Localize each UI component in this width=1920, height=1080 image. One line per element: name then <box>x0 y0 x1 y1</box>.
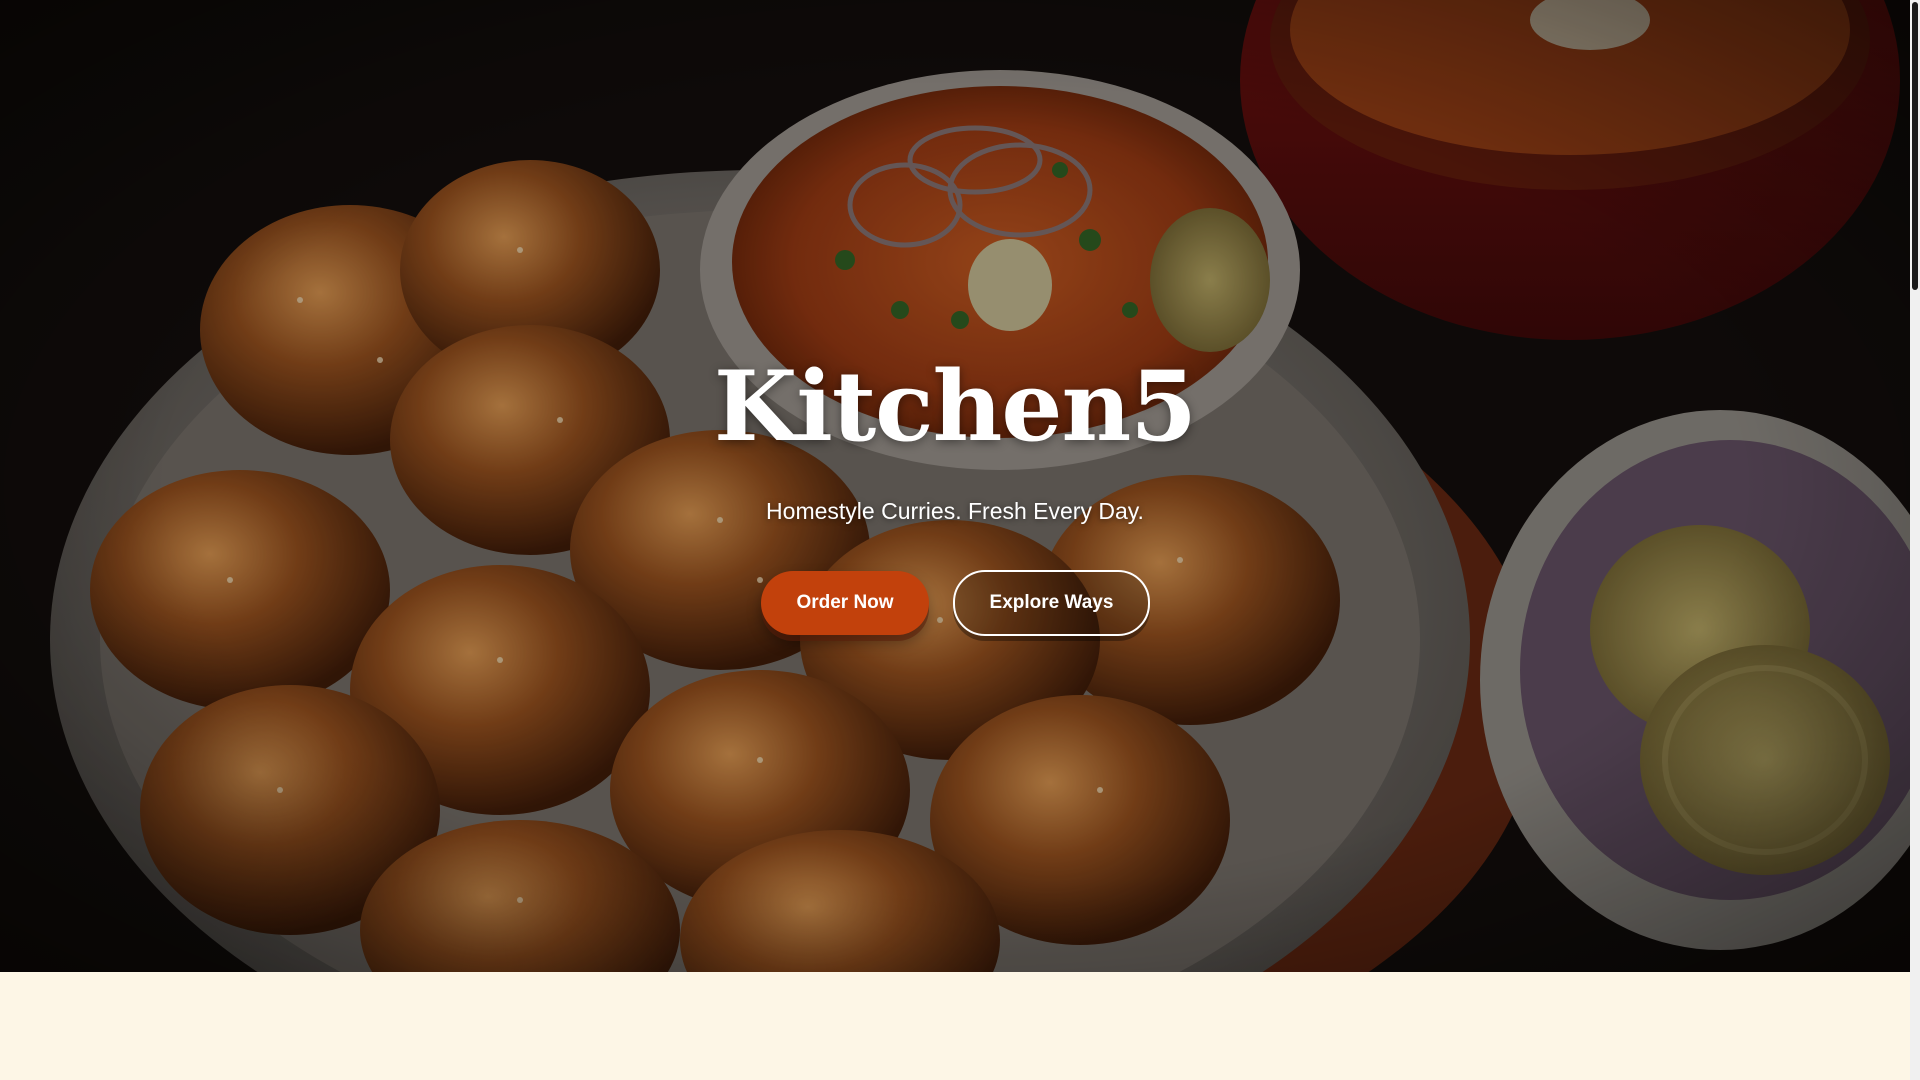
explore-ways-button[interactable]: Explore Ways <box>953 570 1150 636</box>
hero-section: Kitchen5 Homestyle Curries. Fresh Every … <box>0 0 1910 972</box>
scrollbar-thumb[interactable] <box>1912 2 1918 290</box>
hero-tagline: Homestyle Curries. Fresh Every Day. <box>766 498 1144 524</box>
brand-title: Kitchen5 <box>713 350 1197 463</box>
hero-content: Kitchen5 Homestyle Curries. Fresh Every … <box>0 0 1910 972</box>
hero-button-group: Order Now Explore Ways <box>761 570 1161 636</box>
page: Kitchen5 Homestyle Curries. Fresh Every … <box>0 0 1910 1080</box>
page-scrollbar[interactable] <box>1910 0 1920 1080</box>
order-now-button[interactable]: Order Now <box>761 571 929 635</box>
next-section <box>0 972 1910 1080</box>
